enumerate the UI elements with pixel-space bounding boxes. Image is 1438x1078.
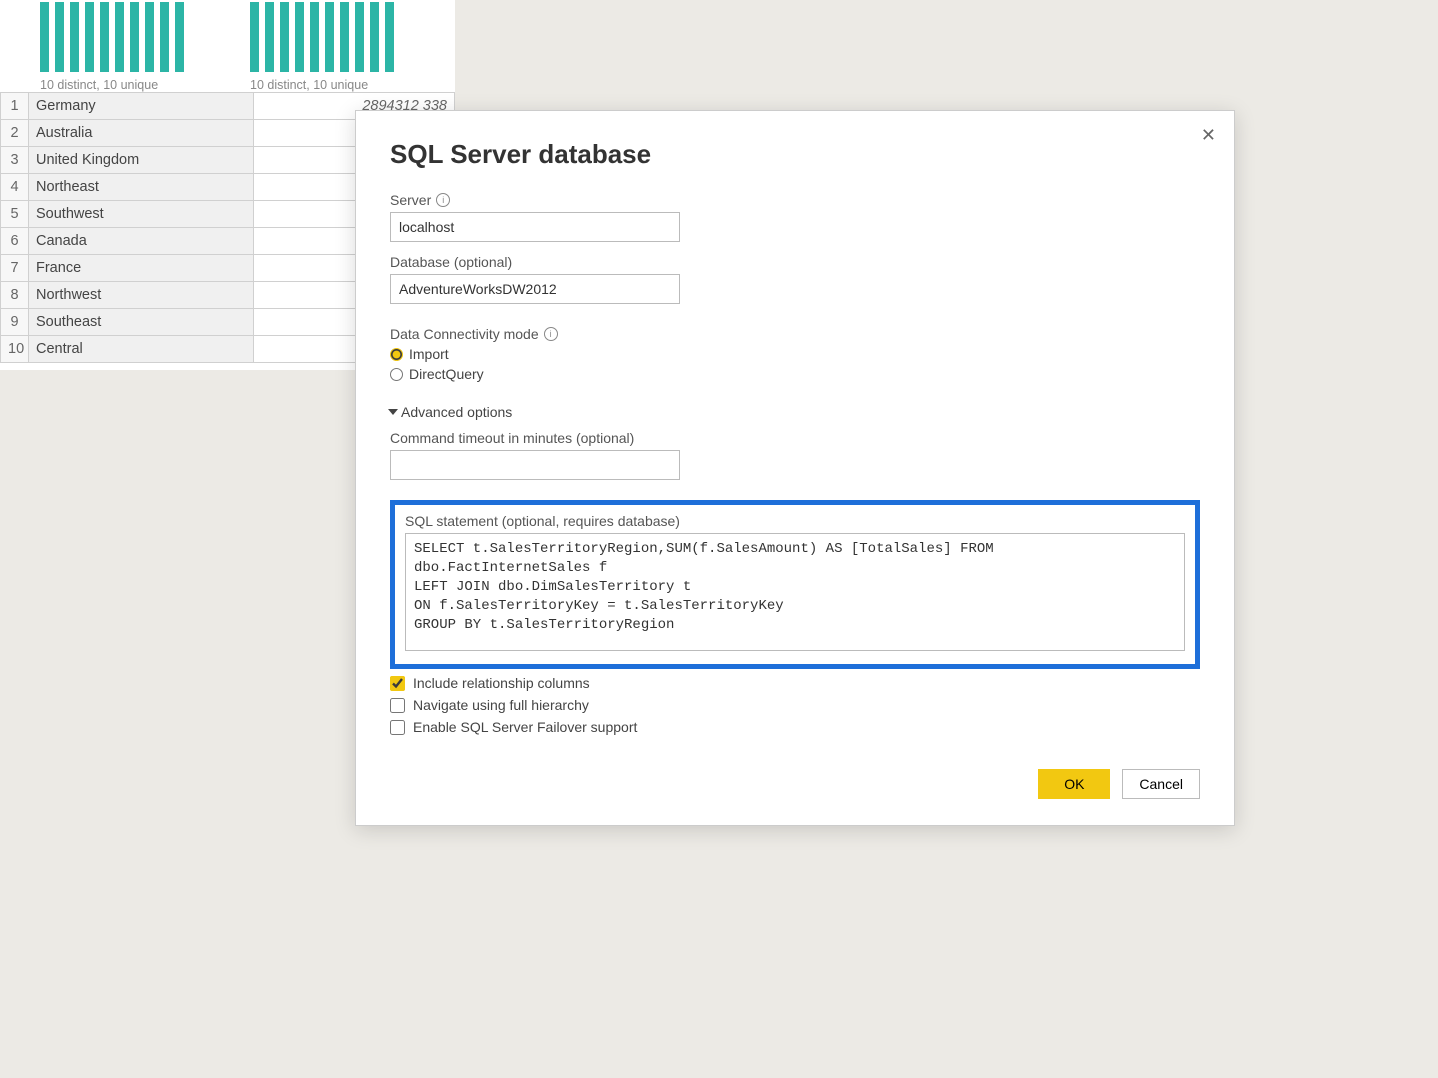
cancel-button[interactable]: Cancel <box>1122 769 1200 799</box>
connectivity-mode-label: Data Connectivity mode i <box>390 326 1200 342</box>
column-profile-1: 10 distinct, 10 unique <box>40 0 210 92</box>
row-number: 8 <box>1 282 29 309</box>
region-cell[interactable]: Central <box>29 336 254 363</box>
sql-server-dialog: ✕ SQL Server database Server i Database … <box>355 110 1235 826</box>
row-number: 2 <box>1 120 29 147</box>
row-number: 10 <box>1 336 29 363</box>
enable-failover-checkbox[interactable]: Enable SQL Server Failover support <box>390 719 1200 735</box>
chevron-down-icon <box>388 409 398 415</box>
import-radio[interactable]: Import <box>390 346 1200 362</box>
row-number: 6 <box>1 228 29 255</box>
region-cell[interactable]: Germany <box>29 93 254 120</box>
column-profile-2: 10 distinct, 10 unique <box>250 0 420 92</box>
row-number: 4 <box>1 174 29 201</box>
region-cell[interactable]: France <box>29 255 254 282</box>
row-number: 1 <box>1 93 29 120</box>
region-cell[interactable]: Canada <box>29 228 254 255</box>
ok-button[interactable]: OK <box>1038 769 1110 799</box>
server-input[interactable] <box>390 212 680 242</box>
region-cell[interactable]: Southeast <box>29 309 254 336</box>
info-icon[interactable]: i <box>544 327 558 341</box>
dialog-title: SQL Server database <box>390 139 1200 170</box>
distinct-label-1: 10 distinct, 10 unique <box>40 78 210 92</box>
close-icon[interactable]: ✕ <box>1201 125 1216 146</box>
sql-label: SQL statement (optional, requires databa… <box>405 513 1185 529</box>
row-number: 5 <box>1 201 29 228</box>
sql-statement-input[interactable] <box>405 533 1185 651</box>
database-label: Database (optional) <box>390 254 1200 270</box>
directquery-radio[interactable]: DirectQuery <box>390 366 1200 382</box>
timeout-input[interactable] <box>390 450 680 480</box>
row-number: 3 <box>1 147 29 174</box>
region-cell[interactable]: Northeast <box>29 174 254 201</box>
include-relationship-checkbox[interactable]: Include relationship columns <box>390 675 1200 691</box>
advanced-options-toggle[interactable]: Advanced options <box>390 404 1200 420</box>
sql-highlight-annotation: SQL statement (optional, requires databa… <box>390 500 1200 669</box>
region-cell[interactable]: Southwest <box>29 201 254 228</box>
navigate-full-hierarchy-checkbox[interactable]: Navigate using full hierarchy <box>390 697 1200 713</box>
server-label: Server i <box>390 192 1200 208</box>
row-number: 9 <box>1 309 29 336</box>
timeout-label: Command timeout in minutes (optional) <box>390 430 1200 446</box>
database-input[interactable] <box>390 274 680 304</box>
region-cell[interactable]: United Kingdom <box>29 147 254 174</box>
region-cell[interactable]: Australia <box>29 120 254 147</box>
info-icon[interactable]: i <box>436 193 450 207</box>
distinct-label-2: 10 distinct, 10 unique <box>250 78 420 92</box>
region-cell[interactable]: Northwest <box>29 282 254 309</box>
row-number: 7 <box>1 255 29 282</box>
